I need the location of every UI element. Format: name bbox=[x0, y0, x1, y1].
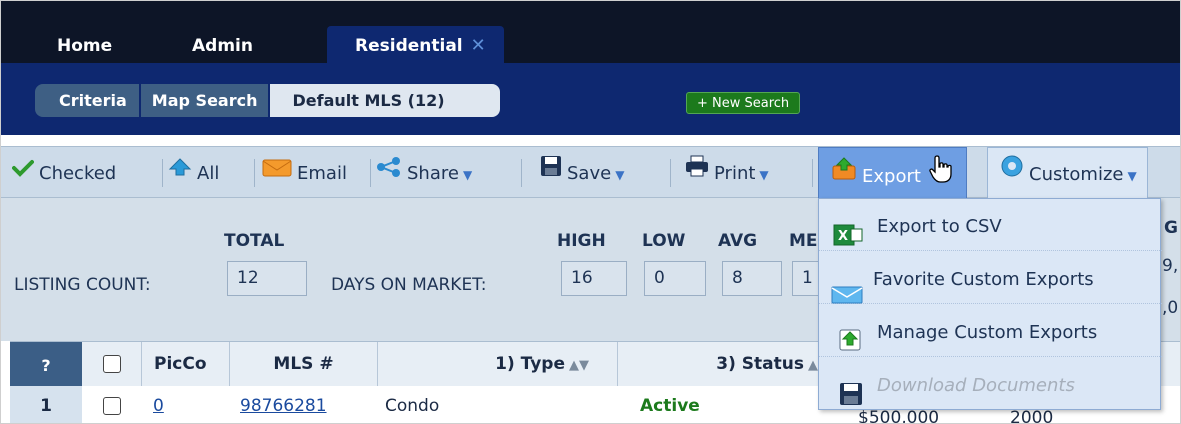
toolbar-divider bbox=[670, 159, 671, 187]
export-icon bbox=[831, 148, 857, 202]
select-all-checkbox[interactable] bbox=[102, 355, 121, 373]
days-high-value: 16 bbox=[561, 261, 627, 296]
column-header-piccount[interactable]: PicCo bbox=[142, 342, 230, 387]
top-nav: Home Admin Residential ✕ bbox=[0, 0, 1181, 63]
high-header: HIGH bbox=[557, 231, 606, 251]
printer-icon bbox=[685, 145, 709, 199]
days-on-market-label: DAYS ON MARKET: bbox=[331, 275, 487, 295]
chevron-down-icon: ▼ bbox=[1127, 169, 1137, 183]
type-cell: Condo bbox=[385, 396, 440, 416]
share-label: Share bbox=[407, 163, 459, 184]
download-documents-label: Download Documents bbox=[877, 375, 1075, 396]
manage-custom-exports-item[interactable]: Manage Custom Exports bbox=[819, 305, 1162, 357]
partial-value: ,0 bbox=[1162, 298, 1179, 318]
map-search-tab[interactable]: Map Search bbox=[140, 84, 271, 117]
print-label: Print bbox=[714, 163, 756, 184]
toolbar-divider bbox=[162, 159, 163, 187]
close-icon[interactable]: ✕ bbox=[471, 35, 486, 56]
select-all-header bbox=[82, 342, 142, 387]
piccount-link[interactable]: 0 bbox=[153, 386, 164, 424]
favorite-custom-exports-item[interactable]: Favorite Custom Exports bbox=[819, 252, 1162, 304]
new-search-button[interactable]: + New Search bbox=[686, 92, 801, 114]
chevron-down-icon: ▼ bbox=[759, 168, 769, 182]
export-menu: X Export to CSV Favorite Custom Exports … bbox=[818, 198, 1162, 410]
email-label: Email bbox=[297, 163, 347, 184]
search-tab-group: Criteria Map Search Default MLS (12) bbox=[35, 84, 500, 117]
svg-text:X: X bbox=[838, 229, 848, 244]
listing-count-value: 12 bbox=[227, 261, 307, 296]
help-column-header[interactable]: ? bbox=[10, 342, 82, 387]
days-low-value: 0 bbox=[644, 261, 706, 296]
share-dropdown[interactable]: Share ▼ bbox=[376, 147, 472, 199]
checked-label: Checked bbox=[39, 163, 117, 184]
gear-icon bbox=[1000, 146, 1024, 200]
tab-home[interactable]: Home bbox=[57, 26, 112, 63]
status-cell: Active bbox=[640, 396, 700, 416]
low-header: LOW bbox=[642, 231, 686, 251]
export-label: Export bbox=[862, 166, 921, 187]
listing-count-label: LISTING COUNT: bbox=[14, 275, 151, 295]
download-documents-item: Download Documents bbox=[819, 358, 1162, 410]
export-to-csv-item[interactable]: X Export to CSV bbox=[819, 199, 1162, 251]
avg-header: AVG bbox=[718, 231, 758, 251]
customize-dropdown[interactable]: Customize ▼ bbox=[987, 147, 1148, 199]
manage-custom-exports-label: Manage Custom Exports bbox=[877, 322, 1098, 343]
status-header-label: 3) Status bbox=[716, 354, 804, 374]
all-button[interactable]: All bbox=[168, 147, 219, 199]
envelope-icon bbox=[262, 145, 292, 199]
default-mls-tab[interactable]: Default MLS (12) bbox=[270, 84, 500, 117]
chevron-down-icon: ▼ bbox=[615, 168, 625, 182]
days-avg-value: 8 bbox=[722, 261, 782, 296]
mls-number-link[interactable]: 98766281 bbox=[240, 386, 327, 424]
tab-admin[interactable]: Admin bbox=[192, 26, 253, 63]
floppy-disk-icon bbox=[540, 145, 562, 199]
tab-residential-label: Residential bbox=[355, 36, 463, 56]
export-to-csv-label: Export to CSV bbox=[877, 216, 1002, 237]
row-checkbox[interactable] bbox=[103, 397, 121, 415]
checkmark-icon bbox=[12, 145, 34, 199]
partial-value: 9, bbox=[1162, 256, 1179, 276]
row-number: 1 bbox=[10, 386, 82, 424]
column-header-mls[interactable]: MLS # bbox=[230, 342, 378, 387]
email-button[interactable]: Email bbox=[262, 147, 347, 199]
checked-button[interactable]: Checked bbox=[12, 147, 116, 199]
toolbar-divider bbox=[521, 159, 522, 187]
export-dropdown[interactable]: Export bbox=[818, 147, 967, 200]
row-select-cell bbox=[82, 386, 142, 424]
up-arrow-icon bbox=[168, 145, 192, 199]
toolbar-divider bbox=[812, 159, 813, 187]
share-icon bbox=[376, 145, 402, 199]
criteria-tab[interactable]: Criteria bbox=[35, 84, 141, 117]
total-header: TOTAL bbox=[224, 231, 285, 251]
sub-nav: Criteria Map Search Default MLS (12) + N… bbox=[0, 63, 1181, 135]
partial-header: G bbox=[1164, 218, 1178, 238]
results-toolbar: Checked All Email Share ▼ Save ▼ Print ▼ Ex… bbox=[0, 146, 1181, 200]
favorite-custom-exports-label: Favorite Custom Exports bbox=[873, 269, 1094, 290]
toolbar-divider bbox=[254, 159, 255, 187]
save-dropdown[interactable]: Save ▼ bbox=[540, 147, 624, 199]
median-header: ME bbox=[789, 231, 818, 251]
column-header-type[interactable]: 1) Type ▲▼ bbox=[378, 342, 618, 387]
floppy-disk-icon bbox=[839, 373, 863, 424]
tab-residential[interactable]: Residential ✕ bbox=[327, 26, 504, 63]
sort-icon: ▲▼ bbox=[569, 358, 589, 373]
all-label: All bbox=[197, 163, 220, 184]
type-header-label: 1) Type bbox=[495, 354, 565, 374]
save-label: Save bbox=[567, 163, 612, 184]
print-dropdown[interactable]: Print ▼ bbox=[685, 147, 769, 199]
customize-label: Customize bbox=[1029, 164, 1124, 185]
chevron-down-icon: ▼ bbox=[462, 168, 473, 182]
column-header-status[interactable]: 3) Status▲▼ bbox=[618, 342, 828, 387]
toolbar-divider bbox=[370, 159, 371, 187]
